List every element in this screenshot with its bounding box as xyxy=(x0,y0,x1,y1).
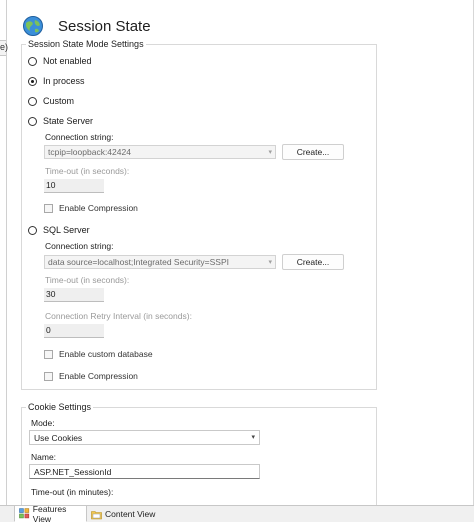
tab-features-view[interactable]: Features View xyxy=(14,504,87,524)
state-server-compression[interactable]: Enable Compression xyxy=(44,203,138,213)
sql-server-custom-db-checkbox[interactable] xyxy=(44,349,53,359)
state-server-conn-label: Connection string: xyxy=(45,132,114,142)
sql-server-timeout-value: 30 xyxy=(46,289,56,299)
sql-server-compression-checkbox[interactable] xyxy=(44,371,53,381)
chevron-down-icon: ▾ xyxy=(251,434,255,441)
state-server-create-button[interactable]: Create... xyxy=(282,144,344,160)
view-tabs: Features View Content View xyxy=(0,504,474,524)
sql-server-custom-db-label: Enable custom database xyxy=(59,349,153,359)
sql-server-create-button[interactable]: Create... xyxy=(282,254,344,270)
cookie-mode-select[interactable]: Use Cookies ▾ xyxy=(29,430,260,445)
cookie-name-value: ASP.NET_SessionId xyxy=(34,467,112,477)
chevron-down-icon: ▾ xyxy=(268,259,272,266)
page-title: Session State xyxy=(58,17,151,35)
state-server-compression-checkbox[interactable] xyxy=(44,203,53,213)
sql-server-compression[interactable]: Enable Compression xyxy=(44,371,138,381)
radio-in-process[interactable]: In process xyxy=(28,76,85,86)
cookie-name-label: Name: xyxy=(31,452,57,462)
sql-server-conn-combo[interactable]: data source=localhost;Integrated Securit… xyxy=(44,255,276,269)
sql-server-conn-value: data source=localhost;Integrated Securit… xyxy=(48,257,229,267)
features-view-icon xyxy=(19,508,30,519)
radio-state-server-label: State Server xyxy=(43,116,94,126)
radio-state-server[interactable]: State Server xyxy=(28,116,93,126)
state-server-timeout-value: 10 xyxy=(46,180,56,190)
tab-content-view[interactable]: Content View xyxy=(87,506,167,522)
sql-server-conn-label: Connection string: xyxy=(45,241,114,251)
sql-server-retry-label: Connection Retry Interval (in seconds): xyxy=(45,311,192,321)
sql-server-timeout-label: Time-out (in seconds): xyxy=(45,275,130,285)
radio-custom-label: Custom xyxy=(43,96,75,106)
chevron-down-icon: ▾ xyxy=(268,149,272,156)
radio-not-enabled-button[interactable] xyxy=(28,56,37,66)
left-panel-text: e) xyxy=(0,42,9,52)
left-panel-strip: e) xyxy=(0,0,9,505)
radio-not-enabled[interactable]: Not enabled xyxy=(28,56,92,66)
radio-sql-server[interactable]: SQL Server xyxy=(28,225,90,235)
state-server-conn-combo[interactable]: tcpip=loopback:42424 ▾ xyxy=(44,145,276,159)
sql-server-compression-label: Enable Compression xyxy=(59,371,138,381)
sql-server-timeout-input[interactable]: 30 xyxy=(44,288,104,302)
cookie-mode-value: Use Cookies xyxy=(34,433,83,443)
cookie-mode-label: Mode: xyxy=(31,418,55,428)
state-server-compression-label: Enable Compression xyxy=(59,203,138,213)
sql-server-retry-value: 0 xyxy=(46,325,51,335)
radio-custom-button[interactable] xyxy=(28,96,37,106)
mode-settings-legend: Session State Mode Settings xyxy=(26,39,146,49)
radio-in-process-label: In process xyxy=(43,76,85,86)
state-server-conn-value: tcpip=loopback:42424 xyxy=(48,147,131,157)
content-view-icon xyxy=(91,510,102,519)
sql-server-custom-db[interactable]: Enable custom database xyxy=(44,349,153,359)
radio-not-enabled-label: Not enabled xyxy=(43,56,92,66)
cookie-name-input[interactable]: ASP.NET_SessionId xyxy=(29,464,260,479)
radio-state-server-button[interactable] xyxy=(28,116,37,126)
radio-in-process-button[interactable] xyxy=(28,76,37,86)
state-server-timeout-input[interactable]: 10 xyxy=(44,179,104,193)
cookie-timeout-label: Time-out (in minutes): xyxy=(31,487,114,497)
radio-sql-server-label: SQL Server xyxy=(43,225,90,235)
cookie-settings-legend: Cookie Settings xyxy=(26,402,94,412)
mode-settings-group: Session State Mode Settings xyxy=(21,39,377,390)
state-server-timeout-label: Time-out (in seconds): xyxy=(45,166,130,176)
globe-icon xyxy=(23,16,43,36)
radio-custom[interactable]: Custom xyxy=(28,96,74,106)
sql-server-retry-input[interactable]: 0 xyxy=(44,324,104,338)
page-header: Session State xyxy=(22,12,151,40)
radio-sql-server-button[interactable] xyxy=(28,225,37,235)
tab-content-view-label: Content View xyxy=(105,509,156,519)
